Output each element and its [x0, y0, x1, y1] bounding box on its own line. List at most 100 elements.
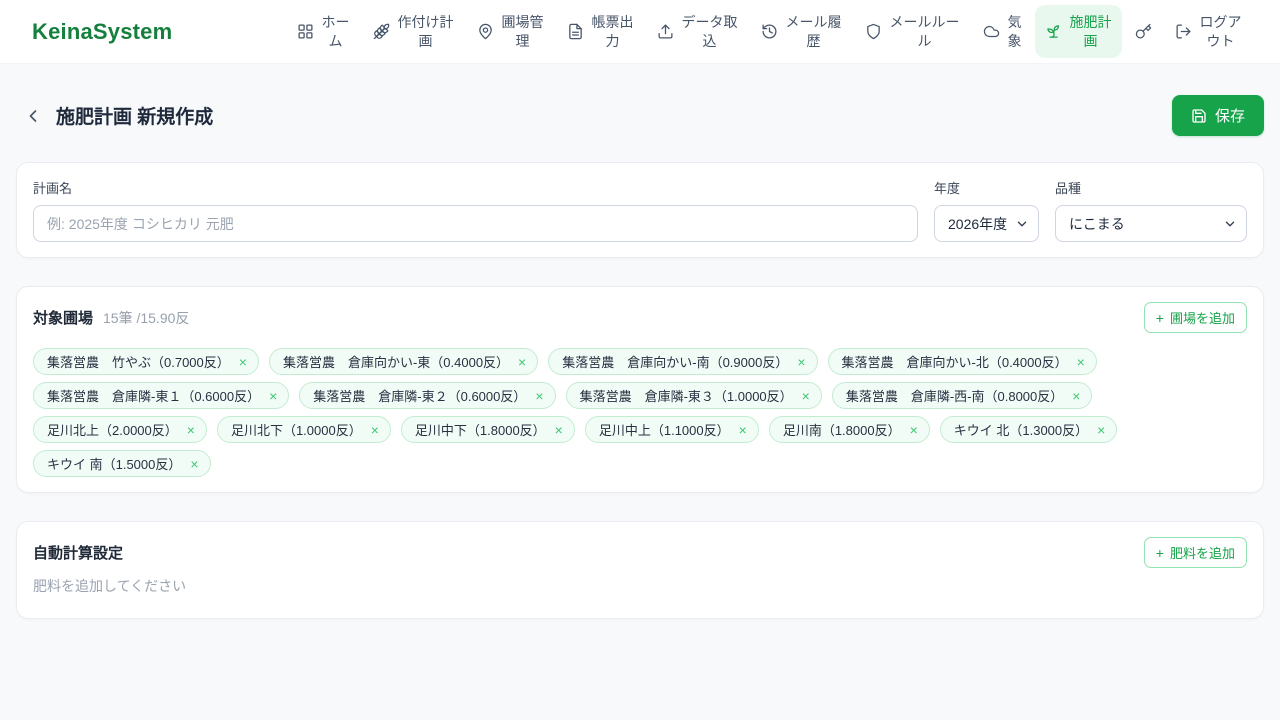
field-tag-label: 足川中上（1.1000反） [598, 423, 730, 438]
field-tag-label: 足川中下（1.8000反） [414, 423, 546, 438]
field-tag: 集落営農 倉庫向かい-南（0.9000反） × [548, 348, 818, 375]
field-tag-list: 集落営農 竹やぶ（0.7000反） × 集落営農 倉庫向かい-東（0.4000反… [33, 348, 1247, 477]
map-pin-icon [477, 23, 494, 40]
field-tag-label: 集落営農 倉庫隣-東２（0.6000反） [313, 389, 527, 404]
field-tag: 集落営農 倉庫隣-西-南（0.8000反） × [831, 382, 1093, 409]
field-tag-label: 集落営農 倉庫向かい-北（0.4000反） [841, 355, 1068, 370]
nav-item-weather[interactable]: 気象 [973, 5, 1032, 58]
year-select-value: 2026年度 [948, 215, 1008, 232]
year-field: 年度 2026年度 [934, 178, 1039, 242]
field-tag-label: 集落営農 倉庫隣-東３（1.0000反） [579, 389, 793, 404]
nav-item-mail-rules[interactable]: メールルール [855, 5, 970, 58]
add-field-button[interactable]: + 圃場を追加 [1143, 302, 1247, 333]
tag-close-icon[interactable]: × [190, 457, 198, 471]
field-tag-label: キウイ 北（1.3000反） [953, 423, 1089, 438]
tag-close-icon[interactable]: × [1097, 423, 1105, 437]
target-fields-title: 対象圃場 [33, 310, 94, 327]
nav-item-label: ホーム [321, 14, 350, 49]
fertilizer-empty-message: 肥料を追加してください [33, 578, 187, 594]
field-tag: 足川中上（1.1000反） × [584, 416, 759, 443]
nav-item-label: 圃場管理 [501, 14, 544, 49]
variety-select-value: にこまる [1069, 215, 1125, 232]
nav-item-fertilization-plan[interactable]: 施肥計画 [1035, 5, 1122, 58]
logout-icon [1175, 23, 1192, 40]
nav-item-label: 作付け計画 [397, 14, 454, 49]
sprout-icon [1045, 23, 1062, 40]
top-nav: KeinaSystem ホーム 作付け計画 圃場管理 帳票出力 データ取込 メー… [0, 0, 1280, 64]
tag-close-icon[interactable]: × [239, 355, 247, 369]
tag-close-icon[interactable]: × [802, 389, 810, 403]
tag-close-icon[interactable]: × [518, 355, 526, 369]
auto-calc-card: 自動計算設定 + 肥料を追加 肥料を追加してください [16, 521, 1264, 619]
field-tag-label: 集落営農 倉庫向かい-東（0.4000反） [282, 355, 510, 370]
add-fertilizer-button[interactable]: + 肥料を追加 [1143, 537, 1247, 568]
page-title: 施肥計画 新規作成 [56, 107, 214, 128]
tag-close-icon[interactable]: × [535, 389, 543, 403]
field-tag: キウイ 北（1.3000反） × [939, 416, 1118, 443]
nav-item-label: 施肥計画 [1069, 14, 1112, 49]
variety-field: 品種 にこまる [1055, 178, 1247, 242]
field-tag-label: 集落営農 倉庫隣-東１（0.6000反） [47, 389, 261, 404]
target-fields-summary: 15筆 /15.90反 [103, 309, 190, 326]
save-button-label: 保存 [1214, 108, 1245, 125]
nav-item-data-import[interactable]: データ取込 [647, 5, 748, 58]
tag-close-icon[interactable]: × [371, 423, 379, 437]
nav-item-label: データ取込 [681, 14, 738, 49]
brand-logo[interactable]: KeinaSystem [32, 19, 172, 45]
field-tag-label: キウイ 南（1.5000反） [47, 457, 182, 472]
tag-close-icon[interactable]: × [739, 423, 747, 437]
nav-item-label: メールルール [889, 14, 960, 49]
tag-close-icon[interactable]: × [555, 423, 563, 437]
field-tag: 集落営農 竹やぶ（0.7000反） × [33, 348, 259, 375]
nav-item-mail-history[interactable]: メール履歴 [751, 5, 852, 58]
field-tag: 集落営農 倉庫向かい-北（0.4000反） × [827, 348, 1097, 375]
plan-name-input[interactable] [33, 205, 918, 242]
add-fertilizer-button-label: 肥料を追加 [1169, 546, 1235, 561]
chevron-down-icon [1015, 217, 1029, 231]
tag-close-icon[interactable]: × [187, 423, 195, 437]
plan-name-label: 計画名 [33, 181, 73, 196]
variety-label: 品種 [1055, 181, 1082, 196]
plan-form-card: 計画名 年度 2026年度 品種 にこまる [16, 162, 1264, 258]
plus-icon: + [1155, 309, 1164, 326]
wheat-icon [373, 23, 390, 40]
nav-item-home[interactable]: ホーム [287, 5, 360, 58]
chevron-down-icon [1223, 217, 1237, 231]
nav-item-key[interactable] [1125, 15, 1162, 48]
nav-item-label: メール履歴 [785, 14, 842, 49]
cloud-icon [983, 23, 1000, 40]
nav-item-planting-plan[interactable]: 作付け計画 [363, 5, 464, 58]
add-field-button-label: 圃場を追加 [1169, 311, 1235, 326]
history-icon [761, 23, 778, 40]
tag-close-icon[interactable]: × [910, 423, 918, 437]
field-tag-label: 足川北下（1.0000反） [230, 423, 362, 438]
field-tag: 集落営農 倉庫隣-東３（1.0000反） × [565, 382, 822, 409]
auto-calc-title: 自動計算設定 [33, 545, 124, 562]
shield-icon [865, 23, 882, 40]
nav-item-label: 気象 [1007, 14, 1022, 49]
field-tag: 集落営農 倉庫隣-東１（0.6000反） × [33, 382, 290, 409]
nav-items: ホーム 作付け計画 圃場管理 帳票出力 データ取込 メール履歴 メールルール 気… [287, 5, 1252, 58]
field-tag: 足川北上（2.0000反） × [33, 416, 207, 443]
field-tag: キウイ 南（1.5000反） × [33, 450, 211, 477]
save-button[interactable]: 保存 [1171, 95, 1264, 136]
nav-item-report-output[interactable]: 帳票出力 [557, 5, 644, 58]
key-icon [1135, 23, 1152, 40]
upload-icon [657, 23, 674, 40]
nav-item-logout[interactable]: ログアウト [1165, 5, 1252, 58]
tag-close-icon[interactable]: × [1077, 355, 1085, 369]
tag-close-icon[interactable]: × [797, 355, 805, 369]
field-tag: 集落営農 倉庫向かい-東（0.4000反） × [268, 348, 539, 375]
back-button[interactable] [16, 99, 50, 133]
nav-item-label: 帳票出力 [591, 14, 634, 49]
year-select[interactable]: 2026年度 [934, 205, 1039, 242]
chevron-left-icon [23, 106, 43, 126]
variety-select[interactable]: にこまる [1055, 205, 1247, 242]
tag-close-icon[interactable]: × [1072, 389, 1080, 403]
grid-icon [297, 23, 314, 40]
tag-close-icon[interactable]: × [269, 389, 277, 403]
target-fields-card: 対象圃場 15筆 /15.90反 + 圃場を追加 集落営農 竹やぶ（0.7000… [16, 286, 1264, 493]
field-tag-label: 足川南（1.8000反） [782, 423, 901, 438]
page-header: 施肥計画 新規作成 保存 [16, 95, 1264, 136]
nav-item-field-management[interactable]: 圃場管理 [467, 5, 554, 58]
